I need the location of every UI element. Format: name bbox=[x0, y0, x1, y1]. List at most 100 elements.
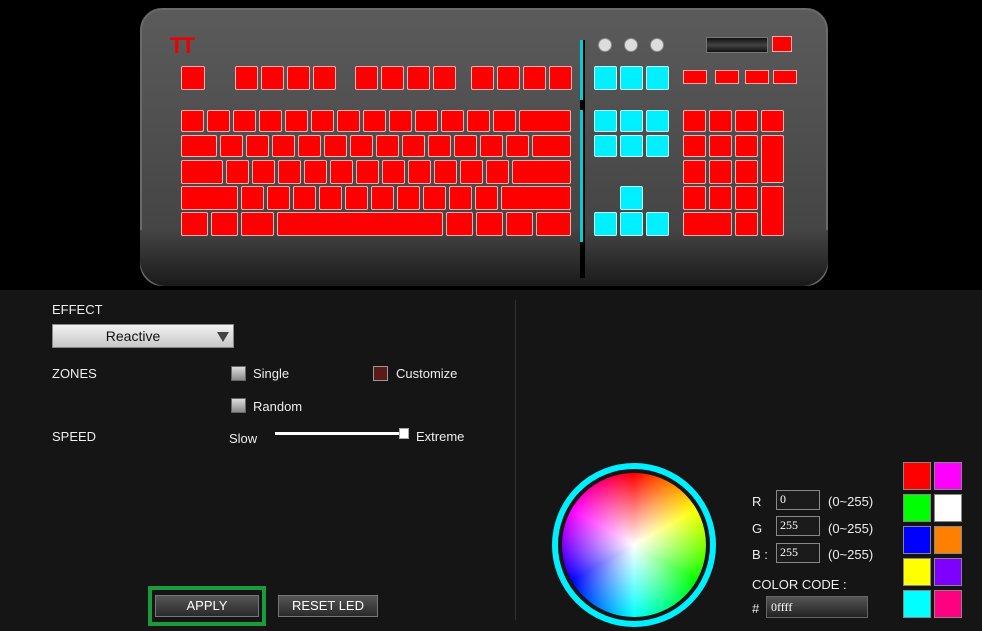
keyboard-key[interactable] bbox=[512, 160, 571, 184]
keyboard-key[interactable] bbox=[735, 160, 758, 184]
keyboard-key[interactable] bbox=[497, 66, 520, 90]
keyboard-key[interactable] bbox=[683, 160, 706, 184]
keyboard-key[interactable] bbox=[735, 186, 758, 210]
keyboard-key[interactable] bbox=[261, 66, 284, 90]
media-button[interactable] bbox=[745, 70, 769, 84]
keyboard-key[interactable] bbox=[735, 110, 758, 132]
color-swatch[interactable] bbox=[934, 462, 962, 490]
keyboard-key[interactable] bbox=[415, 110, 438, 132]
keyboard-key[interactable] bbox=[252, 160, 275, 184]
media-button[interactable] bbox=[773, 70, 797, 84]
keyboard-key[interactable] bbox=[506, 135, 529, 157]
keyboard-key[interactable] bbox=[181, 160, 223, 184]
keyboard-key[interactable] bbox=[735, 212, 758, 236]
keyboard-key[interactable] bbox=[241, 186, 264, 210]
keyboard-key[interactable] bbox=[471, 66, 494, 90]
keyboard-key[interactable] bbox=[683, 186, 706, 210]
keyboard-key[interactable] bbox=[709, 160, 732, 184]
keyboard-key[interactable] bbox=[293, 186, 316, 210]
keyboard-key[interactable] bbox=[620, 110, 643, 132]
color-swatch[interactable] bbox=[934, 526, 962, 554]
g-input[interactable]: 255 bbox=[776, 516, 820, 536]
keyboard-key[interactable] bbox=[423, 186, 446, 210]
keyboard-key[interactable] bbox=[519, 110, 571, 132]
keyboard-key[interactable] bbox=[460, 160, 483, 184]
keyboard-key[interactable] bbox=[311, 110, 334, 132]
keyboard-key[interactable] bbox=[381, 66, 404, 90]
single-checkbox[interactable] bbox=[231, 366, 246, 381]
keyboard-key[interactable] bbox=[304, 160, 327, 184]
keyboard-key[interactable] bbox=[277, 212, 443, 236]
keyboard-key[interactable] bbox=[620, 66, 643, 90]
keyboard-key[interactable] bbox=[181, 66, 205, 90]
keyboard-key[interactable] bbox=[382, 160, 405, 184]
keyboard-key[interactable] bbox=[211, 212, 238, 236]
keyboard-key[interactable] bbox=[449, 186, 472, 210]
keyboard-key[interactable] bbox=[683, 135, 706, 157]
keyboard-key[interactable] bbox=[278, 160, 301, 184]
keyboard-key[interactable] bbox=[594, 66, 617, 90]
keyboard-key[interactable] bbox=[476, 212, 503, 236]
color-swatch[interactable] bbox=[903, 558, 931, 586]
keyboard-key[interactable] bbox=[761, 135, 784, 183]
keyboard-key[interactable] bbox=[532, 135, 571, 157]
keyboard-key[interactable] bbox=[646, 212, 669, 236]
keyboard-key[interactable] bbox=[350, 135, 373, 157]
effect-dropdown[interactable]: Reactive bbox=[52, 324, 234, 348]
keyboard-key[interactable] bbox=[241, 212, 274, 236]
keyboard-key[interactable] bbox=[287, 66, 310, 90]
keyboard-key[interactable] bbox=[709, 186, 732, 210]
keyboard-key[interactable] bbox=[434, 160, 457, 184]
keyboard-key[interactable] bbox=[480, 135, 503, 157]
keyboard-key[interactable] bbox=[709, 135, 732, 157]
color-swatch[interactable] bbox=[934, 558, 962, 586]
color-swatch[interactable] bbox=[934, 494, 962, 522]
keyboard-key[interactable] bbox=[735, 135, 758, 157]
keyboard-key[interactable] bbox=[506, 212, 533, 236]
media-button[interactable] bbox=[715, 70, 739, 84]
keyboard-key[interactable] bbox=[536, 212, 571, 236]
keyboard-key[interactable] bbox=[408, 160, 431, 184]
keyboard-key[interactable] bbox=[594, 212, 617, 236]
keyboard-key[interactable] bbox=[454, 135, 477, 157]
keyboard-key[interactable] bbox=[402, 135, 425, 157]
apply-button[interactable]: APPLY bbox=[155, 595, 259, 617]
keyboard-key[interactable] bbox=[501, 186, 571, 210]
color-swatch[interactable] bbox=[903, 462, 931, 490]
keyboard-key[interactable] bbox=[376, 135, 399, 157]
keyboard-key[interactable] bbox=[285, 110, 308, 132]
keyboard-key[interactable] bbox=[646, 135, 669, 157]
keyboard-key[interactable] bbox=[207, 110, 230, 132]
keyboard-key[interactable] bbox=[620, 135, 643, 157]
color-swatch[interactable] bbox=[934, 590, 962, 618]
keyboard-key[interactable] bbox=[475, 186, 498, 210]
keyboard-key[interactable] bbox=[246, 135, 269, 157]
keyboard-key[interactable] bbox=[345, 186, 368, 210]
keyboard-key[interactable] bbox=[298, 135, 321, 157]
keyboard-key[interactable] bbox=[407, 66, 430, 90]
keyboard-key[interactable] bbox=[356, 160, 379, 184]
keyboard-key[interactable] bbox=[620, 212, 643, 236]
keyboard-key[interactable] bbox=[646, 110, 669, 132]
keyboard-key[interactable] bbox=[594, 135, 617, 157]
keyboard-key[interactable] bbox=[181, 212, 208, 236]
keyboard-key[interactable] bbox=[397, 186, 420, 210]
keyboard-key[interactable] bbox=[486, 160, 509, 184]
speed-slider-thumb[interactable] bbox=[399, 428, 409, 439]
color-swatch[interactable] bbox=[903, 494, 931, 522]
keyboard-key[interactable] bbox=[646, 66, 669, 90]
b-input[interactable]: 255 bbox=[776, 543, 820, 563]
color-swatch[interactable] bbox=[903, 526, 931, 554]
keyboard-key[interactable] bbox=[549, 66, 572, 90]
keyboard-key[interactable] bbox=[233, 110, 256, 132]
keyboard-key[interactable] bbox=[220, 135, 243, 157]
random-checkbox[interactable] bbox=[231, 398, 246, 413]
keyboard-key[interactable] bbox=[441, 110, 464, 132]
mute-button[interactable] bbox=[772, 36, 792, 52]
keyboard-key[interactable] bbox=[355, 66, 378, 90]
keyboard-key[interactable] bbox=[235, 66, 258, 90]
media-button[interactable] bbox=[683, 70, 707, 84]
keyboard-key[interactable] bbox=[313, 66, 336, 90]
keyboard-key[interactable] bbox=[272, 135, 295, 157]
keyboard-key[interactable] bbox=[428, 135, 451, 157]
